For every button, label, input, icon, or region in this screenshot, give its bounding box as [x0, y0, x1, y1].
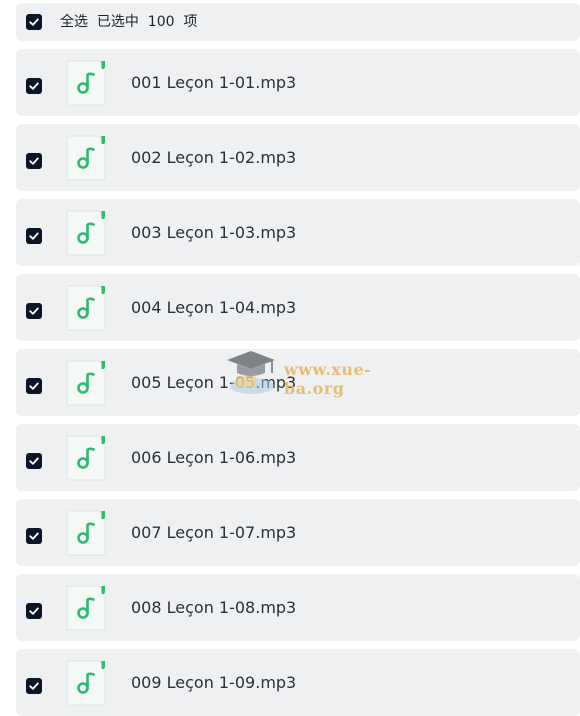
music-file-icon	[66, 360, 106, 406]
music-file-icon	[66, 60, 106, 106]
file-row[interactable]: 007 Leçon 1-07.mp3	[16, 499, 580, 566]
watermark-text: www.xue-ba.org	[284, 360, 372, 398]
check-icon	[29, 157, 39, 165]
file-name: 008 Leçon 1-08.mp3	[131, 598, 297, 617]
file-checkbox[interactable]	[26, 528, 42, 544]
file-row[interactable]: 002 Leçon 1-02.mp3	[16, 124, 580, 191]
file-row[interactable]: 006 Leçon 1-06.mp3	[16, 424, 580, 491]
select-all-label: 全选 已选中 100 项	[60, 14, 198, 30]
check-icon	[29, 18, 39, 26]
file-name: 007 Leçon 1-07.mp3	[131, 523, 297, 542]
check-icon	[29, 532, 39, 540]
file-row[interactable]: 003 Leçon 1-03.mp3	[16, 199, 580, 266]
file-checkbox[interactable]	[26, 228, 42, 244]
file-name: 002 Leçon 1-02.mp3	[131, 148, 297, 167]
music-file-icon	[66, 135, 106, 181]
check-icon	[29, 682, 39, 690]
file-row[interactable]: 004 Leçon 1-04.mp3	[16, 274, 580, 341]
check-icon	[29, 232, 39, 240]
file-name: 001 Leçon 1-01.mp3	[131, 73, 297, 92]
file-checkbox[interactable]	[26, 678, 42, 694]
music-file-icon	[66, 210, 106, 256]
file-name: 003 Leçon 1-03.mp3	[131, 223, 297, 242]
file-checkbox[interactable]	[26, 378, 42, 394]
watermark: www.xue-ba.org	[222, 346, 422, 400]
check-icon	[29, 307, 39, 315]
file-checkbox[interactable]	[26, 303, 42, 319]
graduation-cap-icon	[227, 351, 275, 394]
file-row[interactable]: 009 Leçon 1-09.mp3	[16, 649, 580, 716]
select-all-bar: 全选 已选中 100 项	[16, 3, 580, 41]
file-row[interactable]: 001 Leçon 1-01.mp3	[16, 49, 580, 116]
file-row[interactable]: 008 Leçon 1-08.mp3	[16, 574, 580, 641]
check-icon	[29, 82, 39, 90]
music-file-icon	[66, 510, 106, 556]
music-file-icon	[66, 435, 106, 481]
music-file-icon	[66, 660, 106, 706]
select-all-checkbox[interactable]	[26, 14, 42, 30]
check-icon	[29, 382, 39, 390]
check-icon	[29, 457, 39, 465]
file-checkbox[interactable]	[26, 453, 42, 469]
file-name: 009 Leçon 1-09.mp3	[131, 673, 297, 692]
file-checkbox[interactable]	[26, 153, 42, 169]
file-checkbox[interactable]	[26, 78, 42, 94]
music-file-icon	[66, 585, 106, 631]
file-name: 006 Leçon 1-06.mp3	[131, 448, 297, 467]
file-checkbox[interactable]	[26, 603, 42, 619]
check-icon	[29, 607, 39, 615]
music-file-icon	[66, 285, 106, 331]
file-name: 004 Leçon 1-04.mp3	[131, 298, 297, 317]
